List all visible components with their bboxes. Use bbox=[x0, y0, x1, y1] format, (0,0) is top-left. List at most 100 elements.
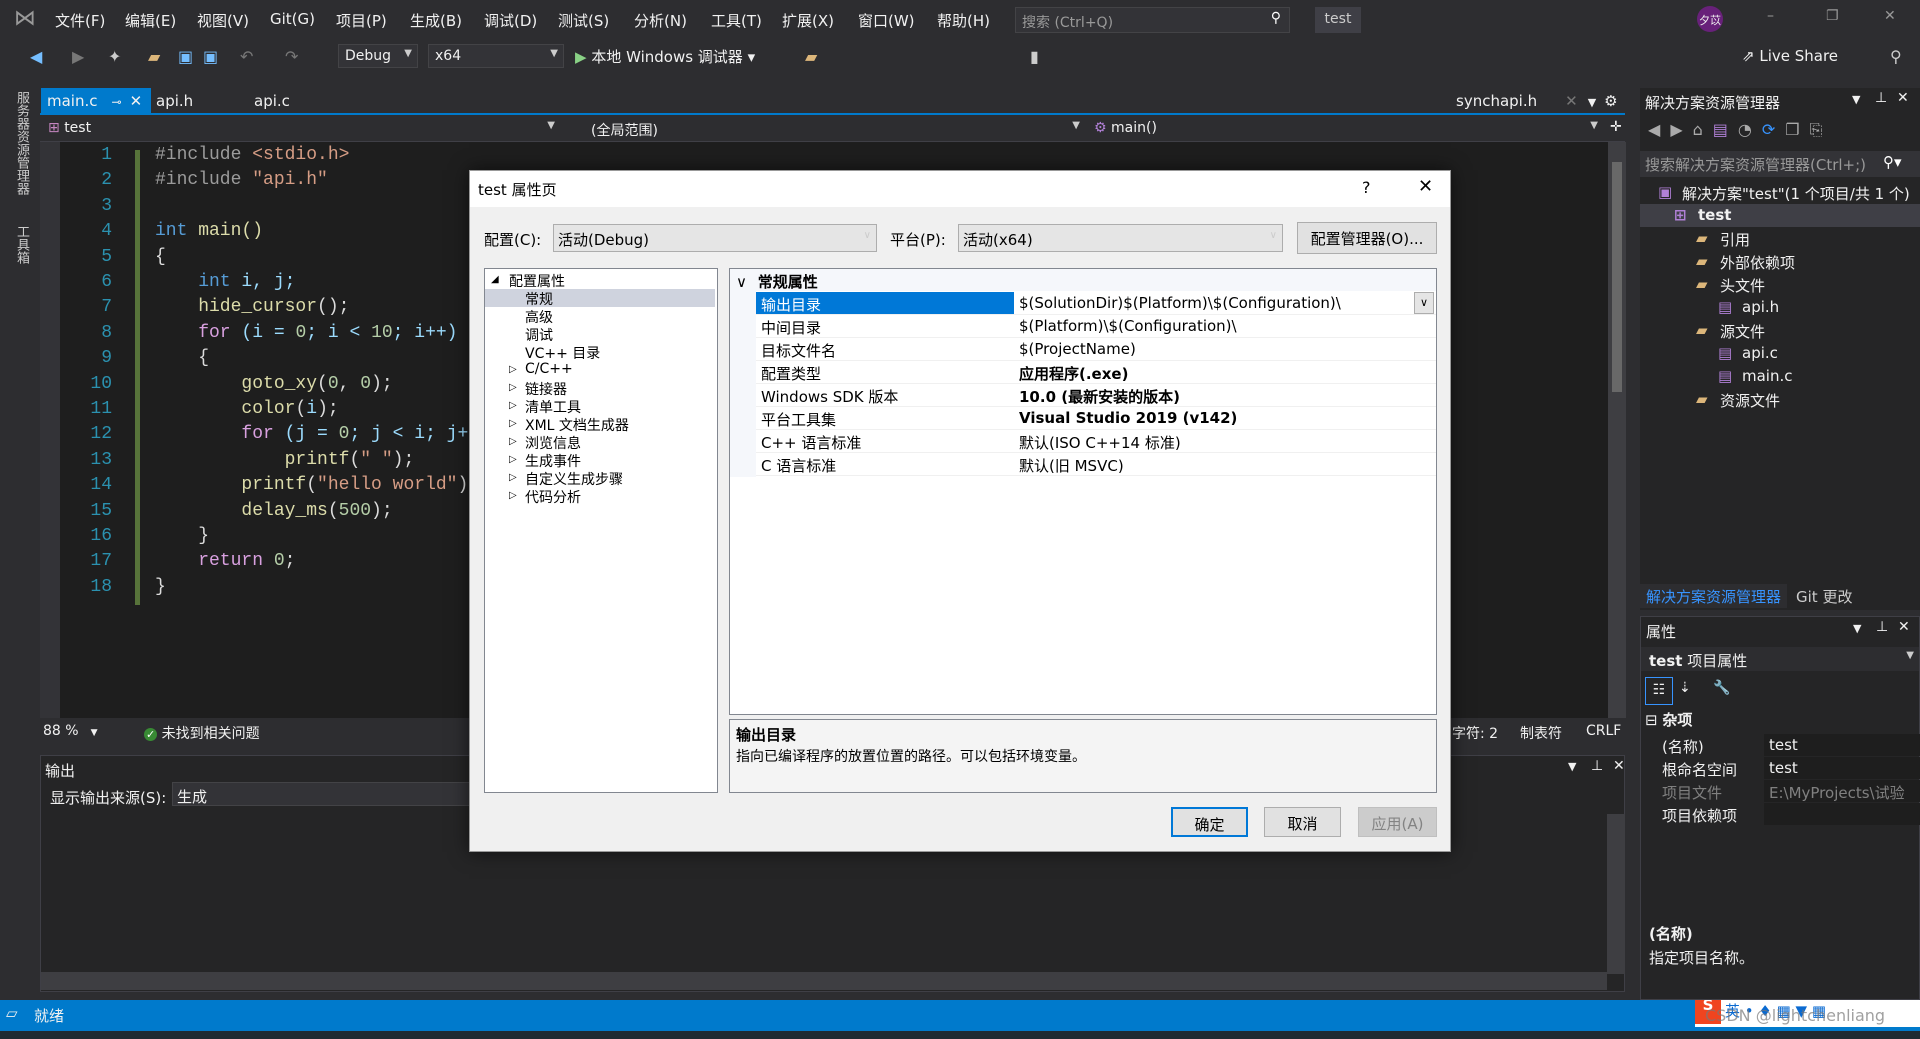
tab-list-icon[interactable]: ▼ bbox=[1588, 96, 1596, 109]
panel-menu-icon[interactable]: ▼ bbox=[1853, 622, 1861, 635]
close-dialog-button[interactable]: ✕ bbox=[1418, 176, 1433, 197]
menu-item[interactable]: 窗口(W) bbox=[858, 10, 915, 31]
help-button[interactable]: ? bbox=[1362, 178, 1371, 197]
settings-tree-item[interactable]: ◢ 配置属性 bbox=[485, 271, 715, 290]
property-row[interactable]: Windows SDK 版本 10.0 (最新安装的版本) bbox=[756, 384, 1436, 407]
menu-item[interactable]: Git(G) bbox=[270, 10, 315, 28]
configuration-select[interactable]: Debug ▼ bbox=[338, 44, 418, 68]
save-all-icon[interactable]: ▣ bbox=[203, 47, 218, 66]
bookmark-icon[interactable]: ▮ bbox=[1030, 47, 1039, 66]
tree-item[interactable]: ▰ 头文件 bbox=[1640, 273, 1920, 296]
start-debugging-button[interactable]: ▶ 本地 Windows 调试器 ▾ bbox=[575, 46, 755, 67]
settings-tree-item[interactable]: ▷ 清单工具 bbox=[485, 397, 715, 416]
property-row[interactable]: 配置类型 应用程序(.exe) bbox=[756, 361, 1436, 384]
pin-icon[interactable]: ⊥ bbox=[1591, 758, 1603, 774]
copy-icon[interactable]: ⎘ bbox=[1810, 120, 1833, 139]
settings-tree-item[interactable]: ▷ 生成事件 bbox=[485, 451, 715, 470]
tab-main-c[interactable]: main.c ⊸ ✕ bbox=[41, 88, 151, 114]
issues-indicator[interactable]: ✓ 未找到相关问题 bbox=[144, 723, 260, 743]
value-dropdown-button[interactable]: ∨ bbox=[1414, 292, 1434, 314]
property-pages-icon[interactable]: 🔧 bbox=[1713, 680, 1730, 696]
tab-api-c[interactable]: api.c bbox=[248, 88, 296, 114]
feedback-icon[interactable]: ⚲ bbox=[1890, 47, 1902, 66]
property-value[interactable] bbox=[1764, 803, 1920, 825]
tree-item[interactable]: ▰ 外部依赖项 bbox=[1640, 250, 1920, 273]
indent-mode[interactable]: 制表符 bbox=[1520, 723, 1562, 743]
property-row[interactable]: 中间目录 $(Platform)\$(Configuration)\ bbox=[756, 315, 1436, 338]
settings-tree-item[interactable]: 常规 bbox=[485, 289, 715, 308]
forward-icon[interactable]: ▶ bbox=[1670, 120, 1692, 139]
settings-tree-item[interactable]: ▷ 自定义生成步骤 bbox=[485, 469, 715, 488]
property-value[interactable]: test bbox=[1764, 734, 1920, 756]
property-value[interactable]: test bbox=[1764, 757, 1920, 779]
settings-icon[interactable]: ⚙ bbox=[1604, 92, 1617, 110]
category-row[interactable]: ⊟ 杂项 bbox=[1645, 709, 1692, 730]
config-manager-button[interactable]: 配置管理器(O)... bbox=[1297, 222, 1437, 254]
settings-tree-item[interactable]: 高级 bbox=[485, 307, 715, 326]
menu-item[interactable]: 生成(B) bbox=[410, 10, 462, 31]
tree-item[interactable]: ▰ 资源文件 bbox=[1640, 388, 1920, 411]
property-value[interactable]: $(ProjectName) bbox=[1014, 338, 1434, 360]
group-header[interactable]: ∨ 常规属性 bbox=[730, 269, 1436, 291]
tree-item[interactable]: ▣ 解决方案"test"(1 个项目/共 1 个) bbox=[1640, 181, 1920, 204]
avatar[interactable]: 夕苡 bbox=[1697, 6, 1723, 32]
property-value[interactable]: 10.0 (最新安装的版本) bbox=[1014, 384, 1434, 406]
property-row[interactable]: 输出目录 $(SolutionDir)$(Platform)\$(Configur… bbox=[756, 292, 1436, 315]
back-icon[interactable]: ◀ bbox=[1648, 120, 1670, 139]
tree-item[interactable]: ⊞ test bbox=[1640, 204, 1920, 227]
sync-icon[interactable]: ⟳ bbox=[1762, 120, 1785, 139]
close-panel-icon[interactable]: ✕ bbox=[1897, 90, 1909, 106]
toolbox-tab[interactable]: 工具箱 bbox=[12, 225, 31, 264]
history-icon[interactable]: ◔ bbox=[1738, 120, 1762, 139]
scope-select[interactable]: (全局范围) ▼ bbox=[585, 117, 1085, 141]
property-value[interactable]: 应用程序(.exe) bbox=[1014, 361, 1434, 383]
menu-item[interactable]: 分析(N) bbox=[634, 10, 687, 31]
close-panel-icon[interactable]: ✕ bbox=[1898, 619, 1910, 635]
property-value[interactable]: $(SolutionDir)$(Platform)\$(Configuratio… bbox=[1014, 292, 1434, 314]
line-ending[interactable]: CRLF bbox=[1586, 723, 1621, 739]
menu-item[interactable]: 项目(P) bbox=[336, 10, 387, 31]
tree-item[interactable]: ▤ api.c bbox=[1640, 342, 1920, 365]
tree-item[interactable]: ▤ main.c bbox=[1640, 365, 1920, 388]
open-icon[interactable]: ▰ bbox=[148, 47, 160, 66]
property-row[interactable]: 项目依赖项 bbox=[1657, 803, 1920, 826]
property-row[interactable]: 根命名空间 test bbox=[1657, 757, 1920, 780]
menu-item[interactable]: 视图(V) bbox=[197, 10, 249, 31]
char-position[interactable]: 字符: 2 bbox=[1452, 723, 1498, 743]
object-select[interactable]: test 项目属性 ▼ bbox=[1641, 647, 1919, 671]
property-row[interactable]: 项目文件 E:\MyProjects\试验 bbox=[1657, 780, 1920, 803]
property-row[interactable]: C++ 语言标准 默认(ISO C++14 标准) bbox=[756, 430, 1436, 453]
tab-git-changes[interactable]: Git 更改 bbox=[1790, 584, 1858, 608]
close-tab-icon[interactable]: ✕ bbox=[1565, 92, 1578, 110]
settings-tree-item[interactable]: 调试 bbox=[485, 325, 715, 344]
property-row[interactable]: C 语言标准 默认(旧 MSVC) bbox=[756, 453, 1436, 476]
menu-item[interactable]: 工具(T) bbox=[711, 10, 762, 31]
property-value[interactable]: Visual Studio 2019 (v142) bbox=[1014, 407, 1434, 429]
property-value[interactable]: 默认(ISO C++14 标准) bbox=[1014, 430, 1434, 452]
forward-icon[interactable]: ▶ bbox=[72, 47, 84, 66]
close-panel-icon[interactable]: ✕ bbox=[1613, 758, 1625, 774]
menu-item[interactable]: 编辑(E) bbox=[125, 10, 176, 31]
platform-select[interactable]: x64 ▼ bbox=[428, 44, 564, 68]
vertical-scrollbar[interactable] bbox=[1608, 142, 1626, 718]
menu-item[interactable]: 帮助(H) bbox=[937, 10, 990, 31]
output-scrollbar[interactable] bbox=[1607, 814, 1625, 974]
tab-solution-explorer[interactable]: 解决方案资源管理器 bbox=[1640, 584, 1788, 608]
settings-tree-item[interactable]: ▷ C/C++ bbox=[485, 361, 715, 379]
menu-item[interactable]: 文件(F) bbox=[55, 10, 105, 31]
property-value[interactable]: $(Platform)\$(Configuration)\ bbox=[1014, 315, 1434, 337]
switch-view-icon[interactable]: ▤ bbox=[1713, 120, 1738, 139]
property-row[interactable]: 目标文件名 $(ProjectName) bbox=[756, 338, 1436, 361]
close-window-button[interactable]: ✕ bbox=[1884, 8, 1896, 24]
new-project-icon[interactable]: ✦ bbox=[108, 47, 121, 66]
property-value[interactable]: 默认(旧 MSVC) bbox=[1014, 453, 1434, 475]
settings-tree-item[interactable]: VC++ 目录 bbox=[485, 343, 715, 362]
cancel-button[interactable]: 取消 bbox=[1264, 807, 1341, 837]
live-share-button[interactable]: ⇗ Live Share bbox=[1742, 47, 1838, 65]
member-select[interactable]: ⚙ main() ▼ bbox=[1088, 117, 1603, 141]
solution-search-input[interactable]: 搜索解决方案资源管理器(Ctrl+;) ⚲▾ bbox=[1640, 151, 1920, 177]
search-input[interactable]: 搜索 (Ctrl+Q) ⚲ bbox=[1015, 7, 1290, 33]
redo-icon[interactable]: ↷ bbox=[285, 47, 298, 66]
settings-tree-item[interactable]: ▷ 链接器 bbox=[485, 379, 715, 398]
platform-select[interactable]: 活动(x64) ∨ bbox=[958, 224, 1283, 252]
